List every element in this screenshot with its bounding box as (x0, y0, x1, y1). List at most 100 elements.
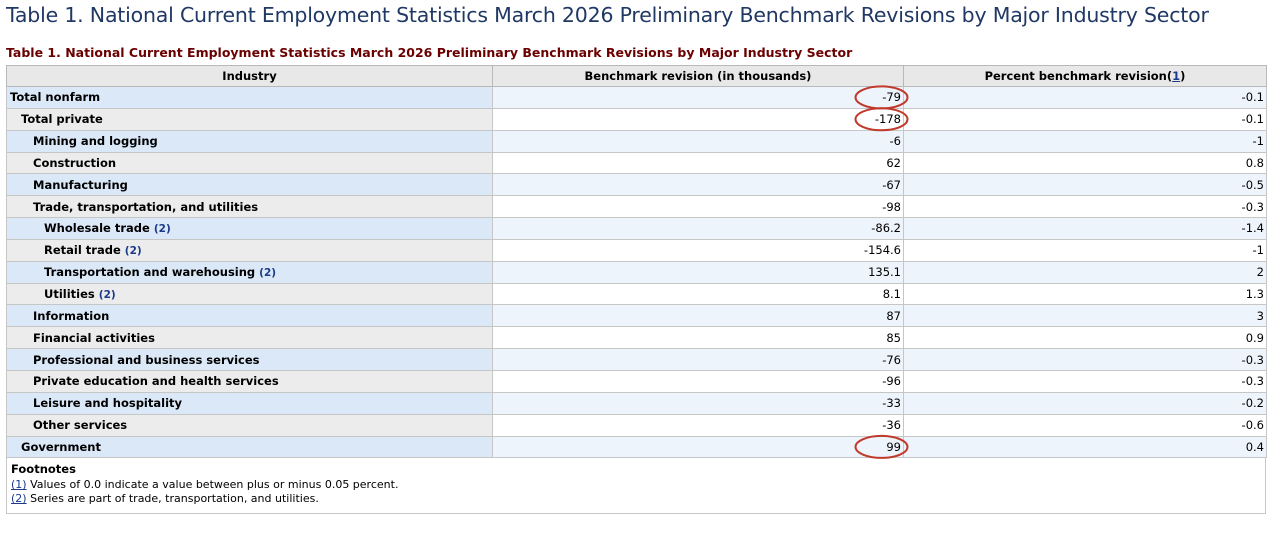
footnotes-section: Footnotes (1) Values of 0.0 indicate a v… (6, 458, 1266, 515)
footnote-ref-link[interactable]: (2) (11, 492, 27, 505)
percent-cell: -0.6 (903, 413, 1267, 437)
revision-cell: -6 (492, 129, 904, 153)
column-header-percent-label: Percent benchmark revision (984, 69, 1167, 83)
table-row: Professional and business services -76 -0.… (6, 348, 1267, 371)
column-header-industry: Industry (6, 65, 493, 87)
footnote-ref-link[interactable]: (2) (154, 223, 171, 235)
revision-cell: -67 (492, 173, 904, 197)
revision-cell: -98 (492, 195, 904, 219)
industry-label: Total nonfarm (10, 90, 101, 105)
footnote-text: Series are part of trade, transportation… (30, 492, 319, 506)
industry-cell: Professional and business services (6, 348, 493, 371)
column-header-percent: Percent benchmark revision(1) (903, 65, 1267, 87)
percent-cell: -0.3 (903, 348, 1267, 371)
table-row: Leisure and hospitality -33 -0.2 (6, 391, 1267, 415)
revision-cell: 85 (492, 326, 904, 350)
industry-label: Mining and logging (33, 134, 158, 149)
revision-cell: 135.1 (492, 260, 904, 284)
revision-cell: 62 (492, 151, 904, 175)
footnote-ref-link[interactable]: (2) (125, 245, 142, 257)
industry-cell: Retail trade (2) (6, 238, 493, 262)
percent-cell: -0.3 (903, 195, 1267, 219)
industry-label: Other services (33, 418, 128, 433)
percent-cell: -1 (903, 238, 1267, 262)
percent-cell: -1.4 (903, 217, 1267, 240)
table-row: Total private -178 -0.1 (6, 107, 1267, 131)
percent-cell: -1 (903, 129, 1267, 153)
table-row: Manufacturing -67 -0.5 (6, 173, 1267, 197)
industry-cell: Private education and health services (6, 369, 493, 393)
industry-label: Leisure and hospitality (33, 396, 183, 411)
revision-cell: 87 (492, 304, 904, 328)
percent-cell: -0.1 (903, 107, 1267, 131)
industry-label: Trade, transportation, and utilities (33, 199, 259, 214)
table-body: Total nonfarm -79 -0.1 Total private -178 -0.… (6, 86, 1267, 459)
industry-cell: Government (6, 435, 493, 459)
industry-cell: Financial activities (6, 326, 493, 350)
table-row: Trade, transportation, and utilities -98-… (6, 195, 1267, 219)
table-row: Retail trade (2) -154.6 -1 (6, 238, 1267, 262)
revision-cell: -96 (492, 369, 904, 393)
percent-cell: 1.3 (903, 282, 1267, 306)
industry-cell: Trade, transportation, and utilities (6, 195, 493, 219)
industry-label: Manufacturing (33, 177, 128, 192)
table-row: Government 99 0.4 (6, 435, 1267, 459)
industry-label: Construction (33, 155, 117, 170)
industry-cell: Utilities (2) (6, 282, 493, 306)
industry-label: Transportation and warehousing (44, 265, 256, 280)
percent-cell: 0.8 (903, 151, 1267, 175)
industry-cell: Information (6, 304, 493, 328)
table-row: Wholesale trade (2) -86.2 -1.4 (6, 217, 1267, 240)
percent-cell: 0.9 (903, 326, 1267, 350)
industry-label: Government (21, 439, 101, 454)
percent-cell: 2 (903, 260, 1267, 284)
footnote-ref-link[interactable]: (1) (11, 478, 27, 491)
industry-label: Total private (21, 112, 103, 127)
table-row: Transportation and warehousing (2) 135.1 2 (6, 260, 1267, 284)
revision-cell: 99 (492, 435, 904, 459)
industry-label: Information (33, 308, 110, 323)
revision-cell: -154.6 (492, 238, 904, 262)
industry-label: Utilities (44, 287, 95, 302)
footnote-item: (2) Series are part of trade, transporta… (11, 492, 1261, 505)
table-row: Mining and logging -6 -1 (6, 129, 1267, 153)
industry-cell: Total nonfarm (6, 86, 493, 109)
percent-cell: -0.3 (903, 369, 1267, 393)
percent-cell: 3 (903, 304, 1267, 328)
industry-label: Retail trade (44, 243, 121, 258)
percent-cell: 0.4 (903, 435, 1267, 459)
percent-cell: -0.2 (903, 391, 1267, 415)
column-header-revision: Benchmark revision (in thousands) (492, 65, 904, 87)
percent-cell: -0.5 (903, 173, 1267, 197)
table-row: Other services -36 -0.6 (6, 413, 1267, 437)
footnote-text: Values of 0.0 indicate a value between p… (30, 478, 399, 492)
footnote-ref-link[interactable]: (2) (259, 267, 276, 279)
revision-cell: -76 (492, 348, 904, 371)
industry-cell: Mining and logging (6, 129, 493, 153)
table-row: Private education and health services -96… (6, 369, 1267, 393)
industry-cell: Total private (6, 107, 493, 131)
industry-cell: Wholesale trade (2) (6, 217, 493, 240)
industry-cell: Manufacturing (6, 173, 493, 197)
industry-label: Professional and business services (33, 352, 260, 367)
industry-cell: Transportation and warehousing (2) (6, 260, 493, 284)
benchmark-table: Industry Benchmark revision (in thousand… (6, 65, 1267, 459)
footnote-ref-link[interactable]: (2) (99, 289, 116, 301)
benchmark-table-container: Industry Benchmark revision (in thousand… (6, 65, 1267, 515)
table-row: Construction 62 0.8 (6, 151, 1267, 175)
industry-label: Wholesale trade (44, 221, 150, 236)
revision-cell: -86.2 (492, 217, 904, 240)
page-title: Table 1. National Current Employment Sta… (6, 3, 1209, 27)
footnote-link-1[interactable]: 1 (1172, 69, 1180, 83)
table-row: Utilities (2) 8.1 1.3 (6, 282, 1267, 306)
revision-cell: -79 (492, 86, 904, 109)
table-row: Total nonfarm -79 -0.1 (6, 86, 1267, 109)
footnote-item: (1) Values of 0.0 indicate a value betwe… (11, 478, 1261, 491)
industry-label: Financial activities (33, 330, 155, 345)
table-caption: Table 1. National Current Employment Sta… (6, 45, 853, 60)
industry-label: Private education and health services (33, 374, 279, 389)
industry-cell: Construction (6, 151, 493, 175)
table-row: Financial activities 85 0.9 (6, 326, 1267, 350)
table-header-row: Industry Benchmark revision (in thousand… (6, 65, 1267, 87)
revision-cell: -33 (492, 391, 904, 415)
